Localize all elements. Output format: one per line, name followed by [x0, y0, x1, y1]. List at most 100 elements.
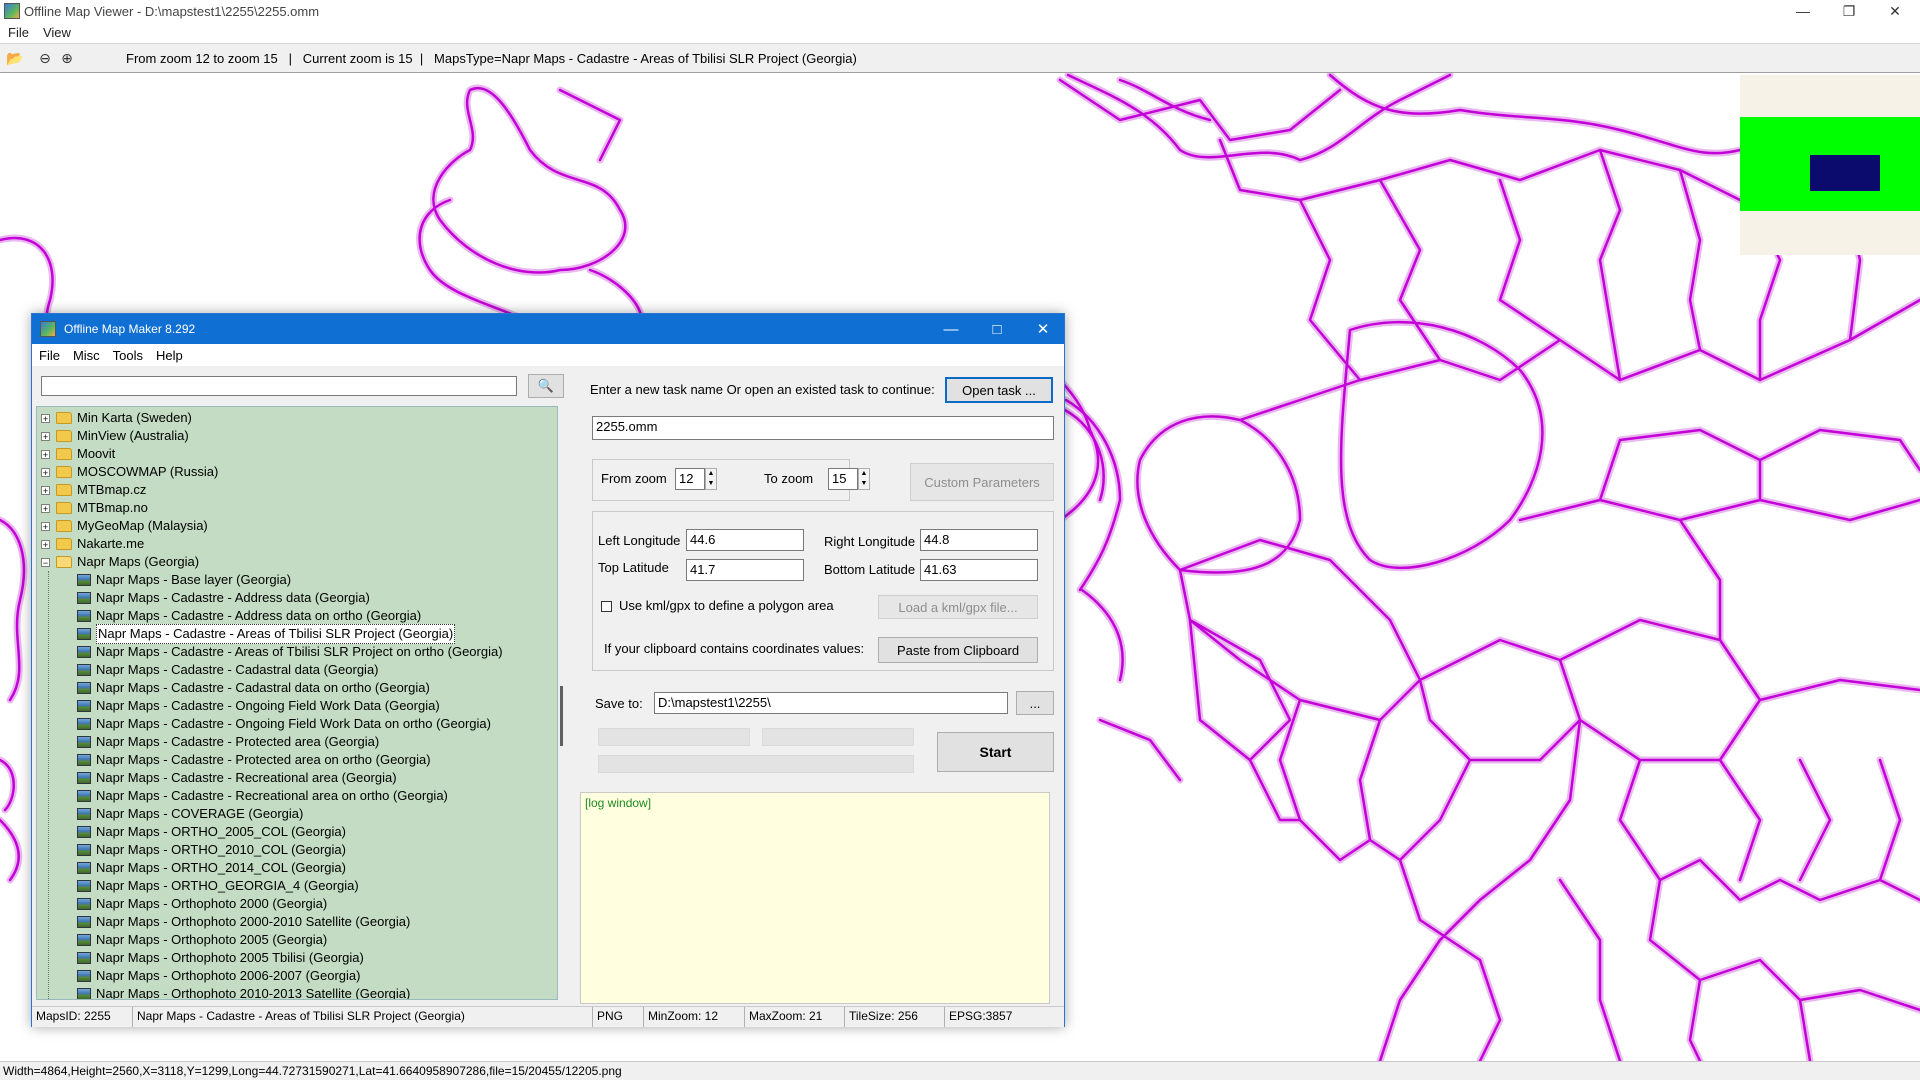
tree-item[interactable]: Napr Maps - Orthophoto 2000-2010 Satelli…: [77, 913, 410, 931]
tree-item[interactable]: Napr Maps - Cadastre - Areas of Tbilisi …: [77, 624, 456, 644]
dialog-menu-file[interactable]: File: [39, 348, 60, 363]
start-button[interactable]: Start: [937, 732, 1054, 772]
expand-icon[interactable]: +: [41, 431, 50, 441]
use-kml-label: Use kml/gpx to define a polygon area: [619, 598, 834, 613]
folder-open-icon[interactable]: 📂: [6, 49, 24, 67]
tree-item[interactable]: Napr Maps - Orthophoto 2000 (Georgia): [77, 895, 327, 913]
dialog-statusbar: MapsID: 2255 Napr Maps - Cadastre - Area…: [32, 1006, 1064, 1027]
tree-item[interactable]: + MOSCOWMAP (Russia): [41, 463, 218, 481]
map-search-input[interactable]: [41, 376, 517, 396]
expand-icon[interactable]: +: [41, 413, 50, 423]
use-kml-checkbox[interactable]: [601, 601, 612, 612]
viewer-toolbar: 📂 ⊖ ⊕ From zoom 12 to zoom 15 | Current …: [0, 43, 1920, 73]
expand-icon[interactable]: +: [41, 485, 50, 495]
dialog-menu-tools[interactable]: Tools: [113, 348, 143, 363]
tree-item[interactable]: Napr Maps - Cadastre - Cadastral data (G…: [77, 661, 379, 679]
tree-item[interactable]: Napr Maps - ORTHO_2010_COL (Georgia): [77, 841, 346, 859]
expand-icon[interactable]: +: [41, 521, 50, 531]
tree-item[interactable]: Napr Maps - Orthophoto 2005 Tbilisi (Geo…: [77, 949, 364, 967]
tree-item-label: Napr Maps - Cadastre - Ongoing Field Wor…: [96, 698, 440, 713]
search-button[interactable]: 🔍: [528, 374, 564, 398]
tree-item[interactable]: + Nakarte.me: [41, 535, 144, 553]
zoom-out-icon[interactable]: ⊖: [36, 49, 54, 67]
tree-item[interactable]: + Min Karta (Sweden): [41, 409, 192, 427]
left-longitude-input[interactable]: 44.6: [686, 529, 804, 551]
custom-parameters-button[interactable]: Custom Parameters: [910, 463, 1054, 501]
right-longitude-input[interactable]: 44.8: [920, 529, 1038, 551]
folder-icon: [56, 520, 72, 532]
from-zoom-spinner[interactable]: ▲ ▼: [705, 468, 717, 490]
collapse-icon[interactable]: −: [41, 557, 50, 567]
zoom-in-icon[interactable]: ⊕: [58, 49, 76, 67]
tree-item[interactable]: Napr Maps - Cadastre - Protected area (G…: [77, 733, 379, 751]
browse-folder-button[interactable]: ...: [1016, 691, 1054, 715]
tree-item[interactable]: − Napr Maps (Georgia): [41, 553, 199, 571]
dialog-maximize-button[interactable]: □: [974, 314, 1020, 344]
map-tile-icon: [77, 934, 91, 946]
dialog-minimize-button[interactable]: —: [928, 314, 974, 344]
dialog-close-button[interactable]: ✕: [1020, 314, 1066, 344]
tree-item[interactable]: Napr Maps - Cadastre - Recreational area…: [77, 787, 448, 805]
tree-item-label: Napr Maps - Cadastre - Address data (Geo…: [96, 590, 370, 605]
tree-item[interactable]: Napr Maps - Orthophoto 2010-2013 Satelli…: [77, 985, 410, 999]
paste-from-clipboard-button[interactable]: Paste from Clipboard: [878, 637, 1038, 663]
tree-item[interactable]: Napr Maps - Orthophoto 2006-2007 (Georgi…: [77, 967, 360, 985]
tree-item-label: MTBmap.cz: [77, 482, 147, 497]
tree-item[interactable]: Napr Maps - Cadastre - Cadastral data on…: [77, 679, 430, 697]
tree-scrollbar-thumb[interactable]: [560, 686, 563, 746]
dialog-menu-help[interactable]: Help: [156, 348, 183, 363]
tree-item[interactable]: Napr Maps - Cadastre - Protected area on…: [77, 751, 431, 769]
map-type-tree[interactable]: + Min Karta (Sweden) + MinView (Australia) +…: [36, 406, 558, 1000]
tree-item[interactable]: + MyGeoMap (Malaysia): [41, 517, 208, 535]
tree-item[interactable]: + MinView (Australia): [41, 427, 189, 445]
top-latitude-input[interactable]: 41.7: [686, 559, 804, 581]
bottom-latitude-input[interactable]: 41.63: [920, 559, 1038, 581]
progress-bar-2: [762, 728, 914, 746]
tree-item[interactable]: Napr Maps - Cadastre - Areas of Tbilisi …: [77, 643, 503, 661]
expand-icon[interactable]: +: [41, 539, 50, 549]
save-to-input[interactable]: D:\mapstest1\2255\: [654, 692, 1008, 714]
tree-item[interactable]: Napr Maps - Base layer (Georgia): [77, 571, 291, 589]
tree-item[interactable]: Napr Maps - Cadastre - Recreational area…: [77, 769, 397, 787]
expand-icon[interactable]: +: [41, 449, 50, 459]
tree-item[interactable]: Napr Maps - Cadastre - Ongoing Field Wor…: [77, 697, 440, 715]
from-zoom-input[interactable]: 12: [675, 468, 705, 490]
map-tile-icon: [77, 628, 91, 640]
tree-item[interactable]: + MTBmap.no: [41, 499, 148, 517]
task-name-input[interactable]: 2255.omm: [592, 416, 1054, 440]
tree-item[interactable]: + MTBmap.cz: [41, 481, 146, 499]
offline-map-maker-dialog: Offline Map Maker 8.292 — □ ✕ File Misc …: [31, 313, 1065, 1027]
right-longitude-label: Right Longitude: [824, 534, 916, 549]
tree-item[interactable]: Napr Maps - ORTHO_GEORGIA_4 (Georgia): [77, 877, 359, 895]
log-scrollbar[interactable]: [1050, 792, 1064, 1004]
tree-scrollbar[interactable]: [558, 406, 566, 1000]
tree-item[interactable]: Napr Maps - Cadastre - Ongoing Field Wor…: [77, 715, 491, 733]
open-task-button[interactable]: Open task ...: [945, 377, 1053, 403]
tree-item[interactable]: Napr Maps - COVERAGE (Georgia): [77, 805, 303, 823]
tree-item[interactable]: Napr Maps - ORTHO_2014_COL (Georgia): [77, 859, 346, 877]
viewer-menu-file[interactable]: File: [8, 25, 29, 40]
expand-icon[interactable]: +: [41, 503, 50, 513]
dialog-menubar: File Misc Tools Help: [32, 344, 1064, 366]
tree-item[interactable]: Napr Maps - ORTHO_2005_COL (Georgia): [77, 823, 346, 841]
viewer-statusbar: Width=4864,Height=2560,X=3118,Y=1299,Lon…: [0, 1061, 1920, 1080]
viewer-close-button[interactable]: ✕: [1872, 0, 1918, 22]
load-kml-button[interactable]: Load a kml/gpx file...: [878, 595, 1038, 619]
map-tile-icon: [77, 988, 91, 999]
viewer-menu-view[interactable]: View: [43, 25, 71, 40]
overview-minimap[interactable]: [1740, 75, 1920, 255]
viewer-maximize-button[interactable]: ❐: [1826, 0, 1872, 22]
viewer-minimize-button[interactable]: —: [1780, 0, 1826, 22]
map-tile-icon: [77, 754, 91, 766]
log-window[interactable]: [log window]: [580, 792, 1050, 1004]
to-zoom-spinner[interactable]: ▲ ▼: [858, 468, 870, 490]
tree-item[interactable]: Napr Maps - Orthophoto 2005 (Georgia): [77, 931, 327, 949]
tree-item[interactable]: Napr Maps - Cadastre - Address data (Geo…: [77, 589, 370, 607]
tree-item[interactable]: + Moovit: [41, 445, 115, 463]
dialog-menu-misc[interactable]: Misc: [73, 348, 100, 363]
to-zoom-input[interactable]: 15: [828, 468, 858, 490]
top-latitude-label: Top Latitude: [598, 560, 669, 575]
tree-item[interactable]: Napr Maps - Cadastre - Address data on o…: [77, 607, 421, 625]
progress-bar-1: [598, 728, 750, 746]
expand-icon[interactable]: +: [41, 467, 50, 477]
